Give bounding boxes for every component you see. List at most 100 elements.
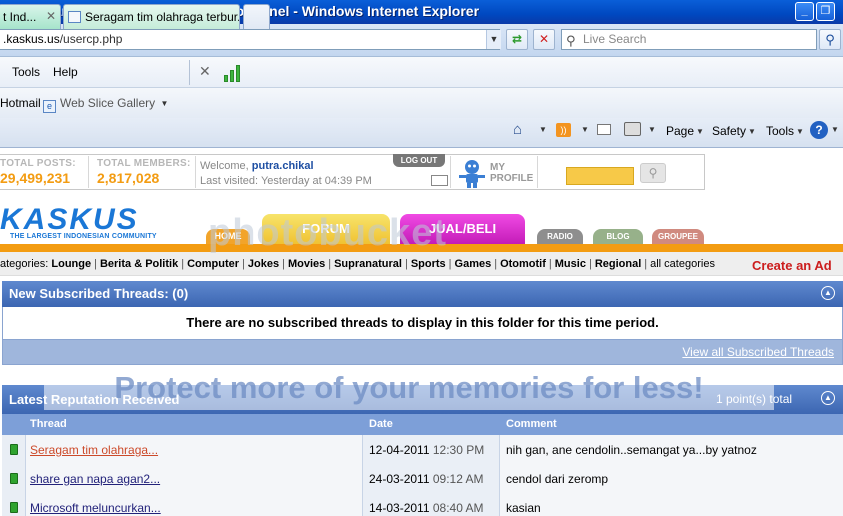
divider [450, 156, 451, 188]
stop-icon[interactable]: ✕ [533, 29, 555, 50]
category-music[interactable]: Music [555, 258, 586, 270]
logout-button[interactable]: LOG OUT [393, 154, 445, 167]
thread-cell: Seragam tim olahraga... [26, 435, 363, 464]
subscribed-empty-message: There are no subscribed threads to displ… [2, 307, 843, 339]
reputation-cell [2, 464, 26, 493]
nav-home[interactable]: HOME [206, 229, 250, 244]
chevron-down-icon: ▼ [796, 127, 804, 136]
time-value: 08:40 AM [432, 501, 484, 515]
print-icon[interactable] [624, 122, 641, 136]
chevron-down-icon[interactable]: ▼ [581, 125, 589, 134]
nav-radio[interactable]: RADIO [537, 229, 583, 244]
favorite-hotmail[interactable]: Hotmail [0, 96, 41, 110]
category-regional[interactable]: Regional [595, 258, 641, 270]
nav-groupee[interactable]: GROUPEE [652, 229, 704, 244]
thread-cell: share gan napa agan2... [26, 464, 363, 493]
category-movies[interactable]: Movies [288, 258, 325, 270]
nav-underline-bar [0, 244, 843, 252]
chevron-down-icon: ▼ [696, 127, 704, 136]
positive-reputation-icon [10, 473, 18, 484]
subscribed-threads-footer: View all Subscribed Threads [2, 339, 843, 365]
thread-link[interactable]: share gan napa agan2... [30, 472, 160, 486]
category-list: ategories: Lounge | Berita & Politik | Compu… [0, 258, 715, 270]
nav-forum[interactable]: FORUM [262, 214, 390, 244]
category-computer[interactable]: Computer [187, 258, 239, 270]
welcome-text: Welcome, putra.chikal [200, 160, 314, 172]
nav-blog[interactable]: BLOG [593, 229, 643, 244]
search-input[interactable]: ⚲ Live Search [561, 29, 817, 50]
chevron-down-icon[interactable]: ▼ [539, 125, 547, 134]
chevron-down-icon: ▼ [160, 99, 169, 108]
column-thread: Thread [30, 418, 67, 430]
favorite-web-slice-gallery[interactable]: e Web Slice Gallery ▼ [43, 96, 168, 113]
nav-jual-beli[interactable]: JUAL/BELI [400, 214, 525, 244]
tools-menu-label: Tools [766, 124, 795, 138]
date-value: 14-03-2011 [369, 501, 430, 515]
total-members: TOTAL MEMBERS: 2,817,028 [97, 158, 191, 186]
collapse-icon[interactable]: ▲ [821, 391, 835, 405]
tab-kaskus[interactable]: t Ind... ✕ [0, 4, 61, 29]
category-all[interactable]: all categories [650, 258, 715, 270]
thread-cell: Microsoft meluncurkan... [26, 493, 363, 516]
welcome-prefix: Welcome, [200, 160, 249, 172]
read-mail-icon[interactable] [597, 124, 611, 135]
category-lounge[interactable]: Lounge [51, 258, 91, 270]
total-posts-value: 29,499,231 [0, 170, 71, 186]
category-supranatural[interactable]: Supranatural [334, 258, 402, 270]
create-ad-link[interactable]: Create an Ad [752, 258, 832, 273]
category-sports[interactable]: Sports [411, 258, 446, 270]
new-tab-button[interactable] [243, 4, 270, 29]
chevron-down-icon[interactable]: ▼ [648, 125, 656, 134]
page-menu[interactable]: Page ▼ [666, 124, 704, 138]
category-otomotif[interactable]: Otomotif [500, 258, 546, 270]
reputation-cell [2, 493, 26, 516]
my-profile-line1: MY [490, 162, 505, 173]
thread-link[interactable]: Seragam tim olahraga... [30, 443, 158, 457]
tab-label: Seragam tim olahraga terbur... [85, 10, 240, 24]
table-row: share gan napa agan2... 24-03-2011 09:12… [2, 464, 843, 493]
comment-cell: cendol dari zeromp [500, 464, 843, 493]
menu-help[interactable]: Help [53, 65, 78, 79]
collapse-icon[interactable]: ▲ [821, 286, 835, 300]
chevron-down-icon[interactable]: ▼ [831, 125, 839, 134]
my-profile-line2: PROFILE [490, 173, 534, 184]
my-profile-link[interactable]: MY PROFILE [490, 162, 533, 184]
close-toolbar-icon[interactable]: ✕ [199, 63, 211, 80]
search-placeholder: Live Search [583, 32, 647, 46]
site-search-button[interactable]: ⚲ [640, 163, 666, 183]
feeds-icon[interactable]: )) [556, 123, 571, 137]
category-berita-politik[interactable]: Berita & Politik [100, 258, 178, 270]
address-bar[interactable]: .kaskus.us/usercp.php [0, 29, 500, 50]
reputation-header: Latest Reputation Received 1 point(s) to… [2, 385, 843, 414]
tab-label: t Ind... [3, 10, 37, 24]
thread-link[interactable]: Microsoft meluncurkan... [30, 501, 161, 515]
kaskus-tagline: THE LARGEST INDONESIAN COMMUNITY [10, 233, 157, 240]
search-button[interactable]: ⚲ [819, 29, 841, 50]
minimize-button[interactable]: _ [795, 2, 814, 21]
url-path: /usercp.php [59, 32, 123, 46]
username-link[interactable]: putra.chikal [252, 160, 314, 172]
tab-seragam[interactable]: Seragam tim olahraga terbur... [63, 4, 240, 29]
url-domain: .kaskus.us [3, 32, 60, 46]
close-tab-icon[interactable]: ✕ [46, 9, 56, 23]
help-icon[interactable]: ? [810, 121, 828, 139]
time-value: 12:30 PM [432, 443, 485, 457]
kaskus-logo[interactable]: KASKUS [0, 205, 139, 235]
category-prefix: ategories: [0, 258, 49, 270]
menu-tools[interactable]: Tools [12, 65, 40, 79]
view-all-subscribed-link[interactable]: View all Subscribed Threads [682, 345, 834, 359]
total-posts-label: TOTAL POSTS: [0, 158, 76, 169]
maximize-button[interactable]: ❐ [816, 2, 835, 21]
refresh-icon[interactable]: ⇄ [506, 29, 528, 50]
category-jokes[interactable]: Jokes [248, 258, 279, 270]
address-dropdown-icon[interactable]: ▼ [486, 30, 501, 49]
chevron-down-icon: ▼ [748, 127, 756, 136]
profile-avatar-icon[interactable] [456, 158, 488, 188]
site-search-input[interactable] [566, 167, 634, 185]
tools-menu[interactable]: Tools ▼ [766, 124, 804, 138]
subscribed-threads-title: New Subscribed Threads: (0) [9, 286, 189, 301]
category-games[interactable]: Games [455, 258, 492, 270]
safety-menu[interactable]: Safety ▼ [712, 124, 756, 138]
private-message-icon[interactable] [431, 175, 448, 186]
home-icon[interactable]: ⌂ [513, 121, 522, 138]
